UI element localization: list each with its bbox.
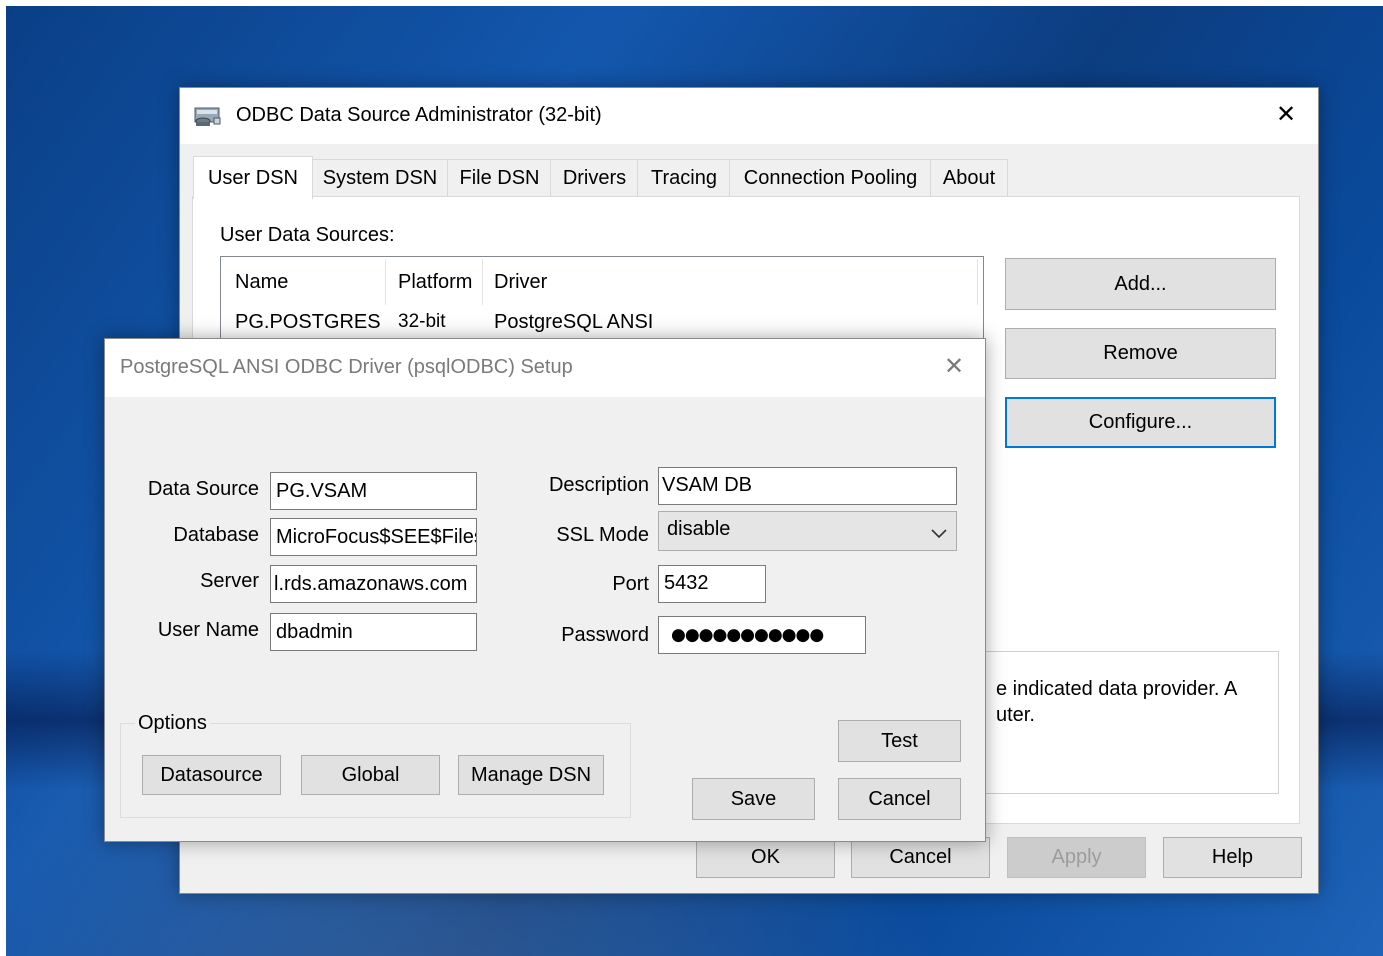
- list-header: Name Platform Driver: [221, 257, 981, 307]
- tab-file-dsn[interactable]: File DSN: [447, 159, 552, 196]
- column-divider: [977, 259, 978, 305]
- setup-close-icon[interactable]: ✕: [934, 352, 974, 380]
- configure-button[interactable]: Configure...: [1005, 397, 1276, 448]
- password-input[interactable]: ●●●●●●●●●●●: [658, 616, 866, 654]
- database-label: Database: [173, 524, 259, 546]
- port-label: Port: [612, 573, 649, 595]
- help-button[interactable]: Help: [1163, 837, 1302, 878]
- description-input[interactable]: VSAM DB: [658, 467, 957, 505]
- setup-titlebar: PostgreSQL ANSI ODBC Driver (psqlODBC) S…: [105, 339, 985, 397]
- tab-about[interactable]: About: [930, 159, 1008, 196]
- server-input[interactable]: l.rds.amazonaws.com: [270, 565, 477, 603]
- server-label: Server: [200, 570, 259, 592]
- ssl-mode-label: SSL Mode: [556, 524, 649, 546]
- odbc-titlebar: ODBC Data Source Administrator (32-bit) …: [180, 88, 1318, 144]
- add-button[interactable]: Add...: [1005, 258, 1276, 310]
- column-header-name[interactable]: Name: [235, 271, 288, 294]
- tab-connection-pooling[interactable]: Connection Pooling: [729, 159, 932, 196]
- database-input[interactable]: MicroFocus$SEE$Files: [270, 518, 477, 556]
- psql-setup-dialog: PostgreSQL ANSI ODBC Driver (psqlODBC) S…: [104, 338, 986, 842]
- tab-drivers[interactable]: Drivers: [550, 159, 639, 196]
- description-label: Description: [548, 474, 649, 496]
- data-source-input[interactable]: PG.VSAM: [270, 472, 477, 510]
- tab-user-dsn[interactable]: User DSN: [193, 156, 313, 199]
- apply-button[interactable]: Apply: [1007, 837, 1146, 878]
- tab-system-dsn[interactable]: System DSN: [311, 159, 449, 196]
- ssl-mode-value: disable: [667, 518, 731, 540]
- remove-button[interactable]: Remove: [1005, 328, 1276, 379]
- column-divider: [482, 259, 483, 305]
- global-button[interactable]: Global: [301, 755, 440, 795]
- info-text-line1: e indicated data provider. A: [996, 678, 1238, 700]
- user-name-input[interactable]: dbadmin: [270, 613, 477, 651]
- manage-dsn-button[interactable]: Manage DSN: [458, 755, 604, 795]
- chevron-down-icon: [930, 523, 948, 539]
- password-label: Password: [561, 624, 649, 646]
- options-legend: Options: [135, 712, 210, 735]
- column-divider: [385, 259, 386, 305]
- ok-button[interactable]: OK: [696, 837, 835, 878]
- row-driver: PostgreSQL ANSI: [494, 311, 654, 333]
- info-text-line2: uter.: [996, 704, 1035, 726]
- data-source-label: Data Source: [147, 478, 259, 500]
- user-name-label: User Name: [157, 619, 259, 641]
- datasource-button[interactable]: Datasource: [142, 755, 281, 795]
- table-row[interactable]: PG.POSTGRES 32-bit PostgreSQL ANSI: [221, 309, 981, 339]
- column-header-platform[interactable]: Platform: [398, 271, 472, 294]
- odbc-window-title: ODBC Data Source Administrator (32-bit): [236, 104, 602, 126]
- column-header-driver[interactable]: Driver: [494, 271, 547, 294]
- ssl-mode-select[interactable]: disable: [658, 511, 957, 551]
- setup-dialog-title: PostgreSQL ANSI ODBC Driver (psqlODBC) S…: [120, 356, 573, 378]
- odbc-cancel-button[interactable]: Cancel: [851, 837, 990, 878]
- row-name: PG.POSTGRES: [235, 311, 381, 333]
- odbc-app-icon: [194, 105, 222, 127]
- tab-tracing[interactable]: Tracing: [637, 159, 731, 196]
- odbc-close-icon[interactable]: ✕: [1266, 100, 1306, 128]
- user-data-sources-caption: User Data Sources:: [220, 224, 395, 246]
- info-box: e indicated data provider. A uter.: [950, 651, 1279, 794]
- test-button[interactable]: Test: [838, 720, 961, 762]
- save-button[interactable]: Save: [692, 778, 815, 820]
- port-input[interactable]: 5432: [658, 565, 766, 603]
- setup-cancel-button[interactable]: Cancel: [838, 778, 961, 820]
- data-sources-list[interactable]: Name Platform Driver PG.POSTGRES 32-bit …: [220, 256, 984, 348]
- row-platform: 32-bit: [398, 311, 446, 332]
